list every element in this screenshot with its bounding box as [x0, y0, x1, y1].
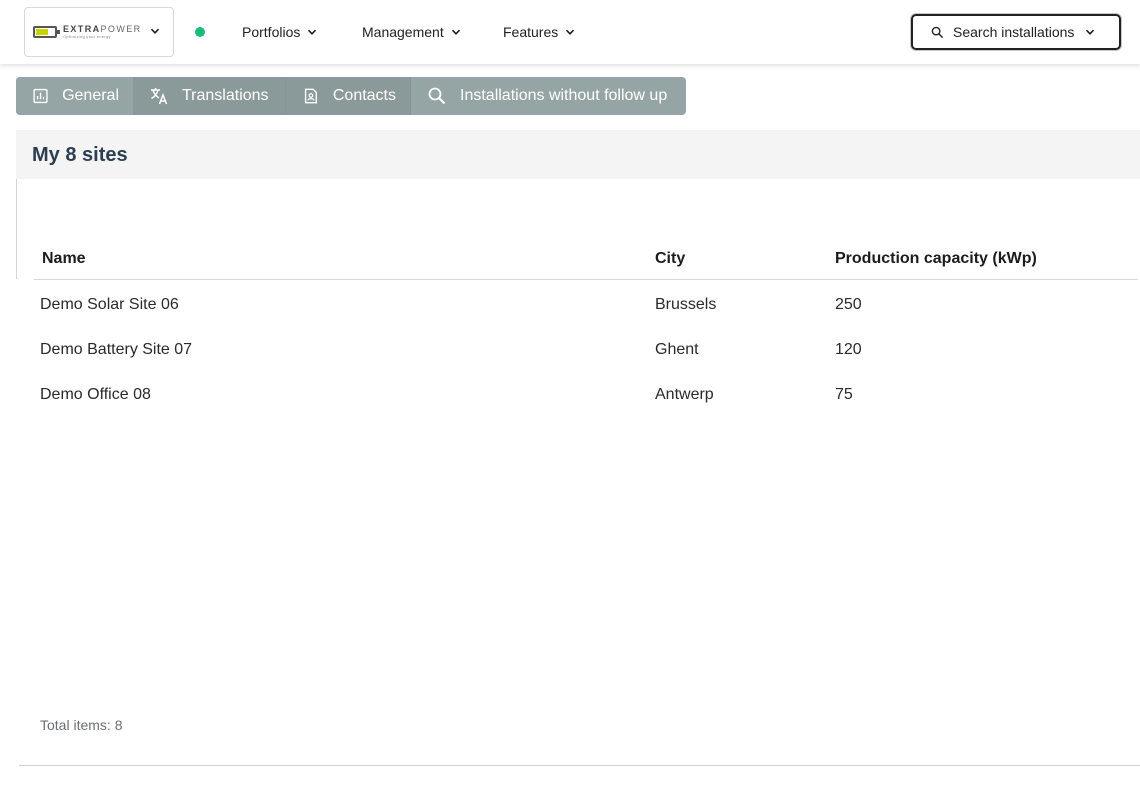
column-header-capacity[interactable]: Production capacity (kWp) [835, 250, 1037, 268]
logo-text: EXTRAPOWER Optimizing your energy [63, 25, 142, 39]
column-header-city[interactable]: City [655, 250, 685, 268]
chevron-down-icon [150, 28, 160, 34]
logo-brand: EXTRAPOWER [63, 25, 142, 34]
tab-general-label: General [62, 87, 119, 104]
table-row[interactable]: Demo Office 08 Antwerp 75 [34, 372, 1138, 417]
search-icon [428, 87, 446, 105]
tab-translations-label: Translations [182, 87, 269, 104]
cell-capacity: 250 [835, 296, 862, 313]
sites-card-header: My 8 sites [16, 130, 1140, 179]
contact-card-icon [304, 88, 317, 104]
cell-name: Demo Solar Site 06 [40, 296, 179, 313]
cell-name: Demo Office 08 [40, 386, 151, 403]
nav-features-label: Features [503, 24, 559, 40]
translate-icon [151, 88, 168, 105]
search-installations-button[interactable]: Search installations [911, 14, 1121, 50]
logo-dropdown[interactable]: EXTRAPOWER Optimizing your energy [24, 7, 174, 57]
chevron-down-icon [566, 29, 575, 35]
tab-general[interactable]: General [16, 77, 133, 115]
nav-management[interactable]: Management [362, 22, 462, 42]
page-title: My 8 sites [32, 144, 128, 166]
chevron-down-icon [308, 29, 317, 35]
nav-management-label: Management [362, 24, 444, 40]
card-divider [16, 179, 17, 279]
cell-capacity: 120 [835, 341, 862, 358]
nav-portfolios-label: Portfolios [242, 24, 301, 40]
table-row[interactable]: Demo Solar Site 06 Brussels 250 [34, 282, 1138, 327]
logo-brand-light: POWER [100, 24, 142, 34]
footer-divider [19, 765, 1140, 766]
tab-installations-label: Installations without follow up [460, 87, 668, 104]
logo-brand-bold: EXTRA [63, 24, 101, 34]
chevron-down-icon [1086, 29, 1095, 35]
tab-translations[interactable]: Translations [133, 77, 285, 115]
cell-city: Brussels [655, 296, 717, 313]
total-items: Total items: 8 [40, 717, 123, 733]
tab-contacts[interactable]: Contacts [285, 77, 410, 115]
tab-bar: General Translations Contacts Installati… [16, 77, 686, 115]
logo-tagline: Optimizing your energy [63, 34, 111, 39]
chevron-down-icon [451, 29, 460, 35]
search-installations-label: Search installations [953, 24, 1075, 40]
bar-chart-icon [33, 88, 48, 104]
nav-portfolios[interactable]: Portfolios [242, 22, 318, 42]
status-indicator [195, 27, 205, 37]
column-header-name[interactable]: Name [42, 250, 86, 268]
table-row[interactable]: Demo Battery Site 07 Ghent 120 [34, 327, 1138, 372]
cell-capacity: 75 [835, 386, 853, 403]
battery-logo-icon [33, 26, 60, 38]
cell-city: Ghent [655, 341, 699, 358]
top-header: EXTRAPOWER Optimizing your energy Portfo… [0, 0, 1140, 64]
search-icon [931, 26, 944, 38]
table-header: Name City Production capacity (kWp) [34, 240, 1138, 280]
tab-contacts-label: Contacts [332, 87, 396, 104]
nav-features[interactable]: Features [503, 22, 576, 42]
cell-city: Antwerp [655, 386, 714, 403]
cell-name: Demo Battery Site 07 [40, 341, 193, 358]
tab-installations-without-follow-up[interactable]: Installations without follow up [410, 77, 686, 115]
